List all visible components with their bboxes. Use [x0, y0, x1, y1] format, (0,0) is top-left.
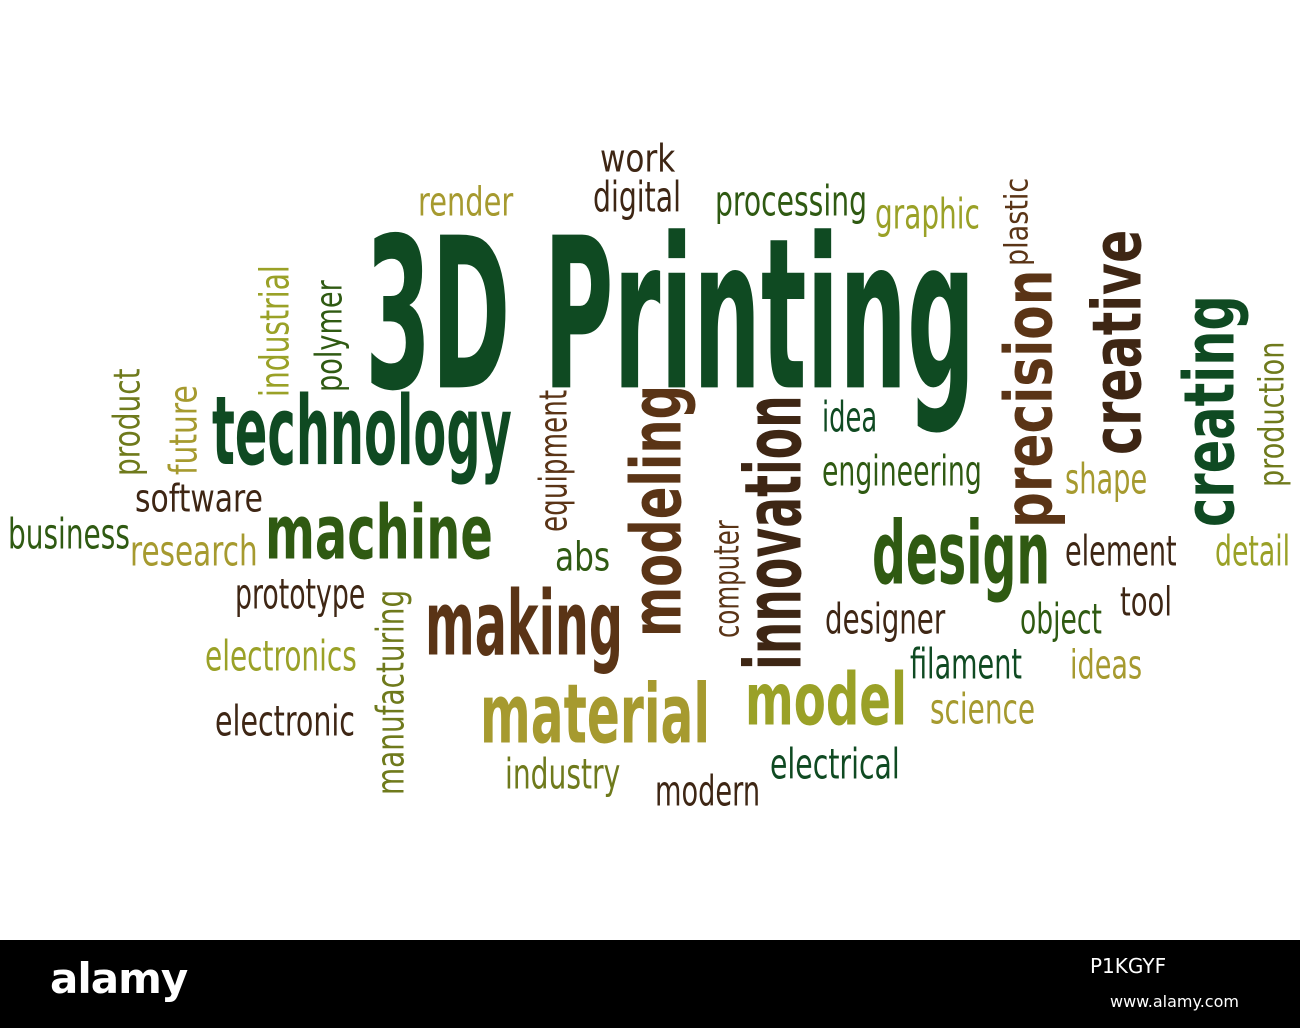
word-precision: precision	[990, 269, 1068, 528]
word-technology: technology	[212, 376, 512, 488]
word-software: software	[135, 476, 263, 522]
word-science: science	[930, 685, 1036, 735]
word-cloud: 3D Printing technology machine making materi…	[0, 0, 1300, 940]
word-industry: industry	[505, 750, 621, 800]
word-production: production	[1251, 341, 1293, 487]
word-abs: abs	[555, 533, 611, 581]
word-creating: creating	[1168, 295, 1251, 527]
word-polymer: polymer	[308, 280, 352, 392]
word-digital: digital	[593, 173, 681, 223]
word-industrial: industrial	[251, 265, 299, 397]
alamy-logo: alamy	[50, 954, 188, 1003]
word-business: business	[8, 510, 130, 560]
word-object: object	[1020, 595, 1102, 645]
word-model: model	[745, 658, 908, 743]
word-work: work	[600, 136, 676, 182]
word-equipment: equipment	[531, 389, 577, 532]
word-electronic: electronic	[215, 697, 355, 747]
site-url: www.alamy.com	[1110, 992, 1239, 1011]
word-render: render	[418, 178, 514, 226]
word-idea: idea	[822, 393, 878, 443]
word-future: future	[161, 385, 207, 475]
word-processing: processing	[715, 177, 867, 227]
word-modern: modern	[655, 767, 761, 817]
word-research: research	[130, 527, 258, 577]
word-prototype: prototype	[235, 570, 366, 620]
word-creative: creative	[1078, 229, 1158, 455]
word-element: element	[1065, 527, 1177, 577]
word-filament: filament	[910, 640, 1022, 690]
word-tool: tool	[1120, 578, 1172, 626]
word-shape: shape	[1065, 455, 1148, 505]
word-plastic: plastic	[998, 177, 1037, 266]
word-product: product	[106, 368, 150, 476]
word-making: making	[425, 572, 624, 677]
word-engineering: engineering	[822, 447, 982, 497]
watermark-bar: alamy P1KGYF www.alamy.com	[0, 940, 1300, 1028]
word-material: material	[480, 667, 711, 763]
word-ideas: ideas	[1070, 641, 1143, 689]
word-modeling: modeling	[615, 384, 698, 637]
word-graphic: graphic	[875, 190, 980, 240]
word-computer: computer	[706, 520, 748, 638]
image-id: P1KGYF	[1090, 954, 1167, 978]
word-designer: designer	[825, 595, 946, 645]
word-detail: detail	[1215, 527, 1291, 577]
word-electronics: electronics	[205, 632, 357, 682]
word-electrical: electrical	[770, 740, 900, 790]
word-machine: machine	[265, 488, 493, 577]
word-manufacturing: manufacturing	[368, 589, 414, 795]
